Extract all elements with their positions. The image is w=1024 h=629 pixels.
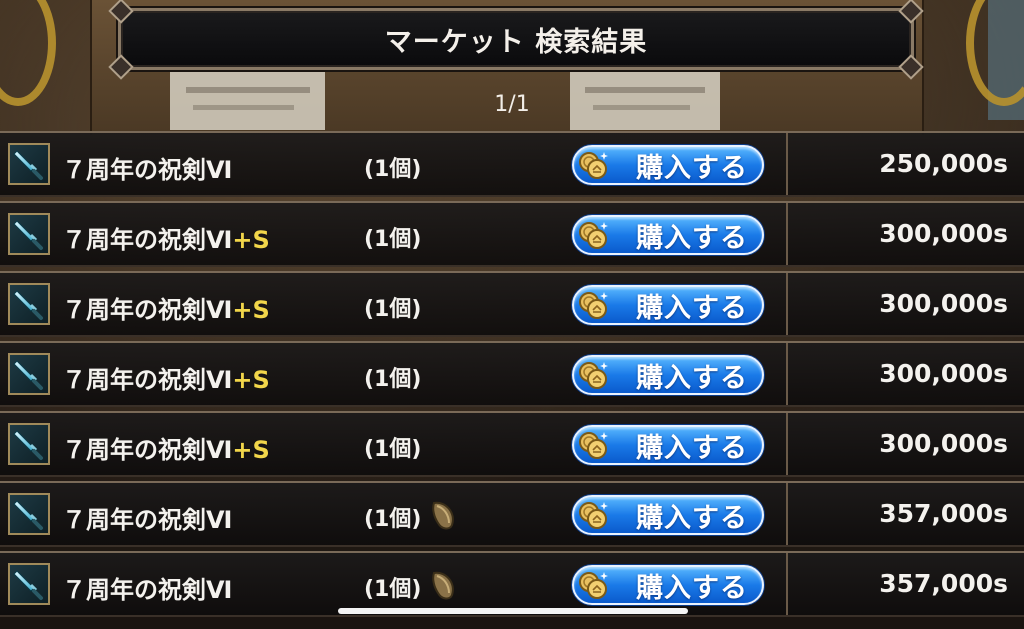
column-divider xyxy=(786,483,788,545)
gold-ornament-right xyxy=(966,0,1024,106)
buy-button[interactable]: 購入する xyxy=(572,215,764,255)
item-quantity: (1個) xyxy=(364,577,422,602)
coins-icon xyxy=(579,572,608,599)
sword-icon[interactable] xyxy=(8,423,50,465)
column-divider xyxy=(786,343,788,405)
market-result-row: ７周年の祝剣Ⅵ (1個) 購入する 250,000s xyxy=(0,131,1024,197)
item-plus-badge: +S xyxy=(232,366,270,394)
buy-button-label: 購入する xyxy=(636,362,748,394)
coins-icon xyxy=(579,152,608,179)
item-name-text: ７周年の祝剣Ⅵ xyxy=(62,366,233,394)
market-result-row: ７周年の祝剣Ⅵ+S (1個) 購入する 300,000s xyxy=(0,341,1024,407)
item-quantity: (1個) xyxy=(364,227,422,252)
buy-button[interactable]: 購入する xyxy=(572,425,764,465)
page-indicator: 1/1 xyxy=(494,92,530,117)
item-name-text: ７周年の祝剣Ⅵ xyxy=(62,506,233,534)
market-result-row: ７周年の祝剣Ⅵ+S (1個) 購入する 300,000s xyxy=(0,271,1024,337)
item-quantity: (1個) xyxy=(364,157,422,182)
column-divider xyxy=(786,273,788,335)
item-quantity: (1個) xyxy=(364,437,422,462)
item-name: ７周年の祝剣Ⅵ+S xyxy=(62,360,270,395)
item-name-text: ７周年の祝剣Ⅵ xyxy=(62,226,233,254)
column-divider xyxy=(786,203,788,265)
buy-button-label: 購入する xyxy=(636,502,748,534)
buy-button-label: 購入する xyxy=(636,432,748,464)
item-plus-badge: +S xyxy=(232,226,270,254)
sword-icon[interactable] xyxy=(8,143,50,185)
sword-icon[interactable] xyxy=(8,283,50,325)
coins-icon xyxy=(579,222,608,249)
gold-ornament-left xyxy=(0,0,56,106)
market-result-row: ７周年の祝剣Ⅵ+S (1個) 購入する 300,000s xyxy=(0,201,1024,267)
item-price: 300,000s xyxy=(879,219,1008,248)
item-quantity: (1個) xyxy=(364,367,422,392)
item-price: 357,000s xyxy=(879,499,1008,528)
item-price: 300,000s xyxy=(879,289,1008,318)
buy-button-label: 購入する xyxy=(636,222,748,254)
item-name: ７周年の祝剣Ⅵ xyxy=(62,150,232,185)
item-name-text: ７周年の祝剣Ⅵ xyxy=(62,156,233,184)
column-divider xyxy=(786,413,788,475)
coins-icon xyxy=(579,362,608,389)
buy-button[interactable]: 購入する xyxy=(572,565,764,605)
item-name: ７周年の祝剣Ⅵ+S xyxy=(62,430,270,465)
coins-icon xyxy=(579,432,608,459)
page-title: マーケット 検索結果 xyxy=(384,26,648,58)
seed-icon xyxy=(432,501,454,530)
item-quantity: (1個) xyxy=(364,507,422,532)
buy-button-label: 購入する xyxy=(636,292,748,324)
buy-button-label: 購入する xyxy=(636,572,748,604)
item-price: 300,000s xyxy=(879,429,1008,458)
column-divider xyxy=(786,553,788,615)
item-name-text: ７周年の祝剣Ⅵ xyxy=(62,576,233,604)
item-plus-badge: +S xyxy=(232,296,270,324)
item-price: 357,000s xyxy=(879,569,1008,598)
item-quantity: (1個) xyxy=(364,297,422,322)
buy-button[interactable]: 購入する xyxy=(572,145,764,185)
column-divider xyxy=(786,133,788,195)
item-name: ７周年の祝剣Ⅵ+S xyxy=(62,220,270,255)
title-panel: マーケット 検索結果 xyxy=(108,0,924,80)
item-price: 300,000s xyxy=(879,359,1008,388)
market-result-row: ７周年の祝剣Ⅵ (1個) 購入する 357,000s xyxy=(0,481,1024,547)
buy-button[interactable]: 購入する xyxy=(572,285,764,325)
item-name-text: ７周年の祝剣Ⅵ xyxy=(62,436,233,464)
market-result-row: ７周年の祝剣Ⅵ+S (1個) 購入する 300,000s xyxy=(0,411,1024,477)
home-indicator[interactable] xyxy=(338,608,688,614)
buy-button[interactable]: 購入する xyxy=(572,495,764,535)
item-name: ７周年の祝剣Ⅵ+S xyxy=(62,290,270,325)
buy-button-label: 購入する xyxy=(636,152,748,184)
buy-button[interactable]: 購入する xyxy=(572,355,764,395)
coins-icon xyxy=(579,292,608,319)
market-results-list: ７周年の祝剣Ⅵ (1個) 購入する 250,000s ７周年の祝剣Ⅵ+S (1個… xyxy=(0,131,1024,621)
item-name-text: ７周年の祝剣Ⅵ xyxy=(62,296,233,324)
sword-icon[interactable] xyxy=(8,353,50,395)
item-price: 250,000s xyxy=(879,149,1008,178)
coins-icon xyxy=(579,502,608,529)
item-name: ７周年の祝剣Ⅵ xyxy=(62,570,232,605)
sword-icon[interactable] xyxy=(8,213,50,255)
item-plus-badge: +S xyxy=(232,436,270,464)
item-name: ７周年の祝剣Ⅵ xyxy=(62,500,232,535)
sword-icon[interactable] xyxy=(8,493,50,535)
seed-icon xyxy=(432,571,454,600)
sword-icon[interactable] xyxy=(8,563,50,605)
